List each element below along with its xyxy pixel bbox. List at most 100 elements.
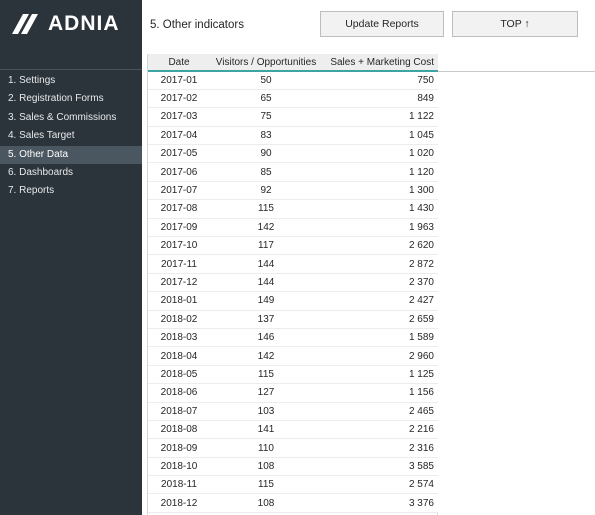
cell-visitors[interactable]: 83 — [210, 126, 322, 146]
cell-cost[interactable]: 750 — [322, 71, 438, 90]
table-row: 2018-06 127 1 156 — [148, 383, 438, 403]
cell-cost[interactable]: 2 620 — [322, 236, 438, 256]
sidebar-item-registration-forms[interactable]: 2. Registration Forms — [0, 90, 142, 108]
cell-date[interactable]: 2017-08 — [148, 199, 210, 219]
cell-cost[interactable]: 2 659 — [322, 310, 438, 329]
sidebar-item-sales-commissions[interactable]: 3. Sales & Commissions — [0, 109, 142, 127]
update-reports-button[interactable]: Update Reports — [320, 11, 444, 37]
cell-date[interactable]: 2017-04 — [148, 126, 210, 146]
table-row: 2017-05 90 1 020 — [148, 144, 438, 164]
sidebar-item-dashboards[interactable]: 6. Dashboards — [0, 164, 142, 182]
table-row: 2017-07 92 1 300 — [148, 181, 438, 201]
cell-visitors[interactable]: 141 — [210, 420, 322, 440]
cell-visitors[interactable]: 108 — [210, 493, 322, 513]
cell-visitors[interactable]: 142 — [210, 218, 322, 238]
column-header-cost[interactable]: Sales + Marketing Cost — [322, 54, 438, 72]
cell-date[interactable]: 2017-03 — [148, 107, 210, 127]
table-row: 2017-11 144 2 872 — [148, 254, 438, 274]
cell-cost[interactable]: 1 589 — [322, 328, 438, 348]
table-row: 2018-03 146 1 589 — [148, 328, 438, 348]
sidebar-item-reports[interactable]: 7. Reports — [0, 182, 142, 200]
column-header-date[interactable]: Date — [148, 54, 210, 72]
cell-date[interactable]: 2017-06 — [148, 162, 210, 182]
cell-cost[interactable]: 1 120 — [322, 162, 438, 182]
cell-cost[interactable]: 3 585 — [322, 457, 438, 477]
cell-cost[interactable]: 2 316 — [322, 438, 438, 458]
cell-visitors[interactable]: 108 — [210, 457, 322, 477]
cell-visitors[interactable]: 146 — [210, 328, 322, 348]
cell-visitors[interactable]: 144 — [210, 273, 322, 293]
cell-date[interactable]: 2018-12 — [148, 493, 210, 513]
table-row: 2018-08 141 2 216 — [148, 420, 438, 440]
cell-date[interactable]: 2018-02 — [148, 310, 210, 329]
cell-visitors[interactable]: 142 — [210, 346, 322, 366]
cell-cost[interactable]: 1 122 — [322, 107, 438, 127]
cell-date[interactable]: 2018-10 — [148, 457, 210, 477]
cell-date[interactable]: 2017-12 — [148, 273, 210, 293]
cell-cost[interactable]: 1 125 — [322, 365, 438, 385]
adnia-logo-icon — [12, 14, 42, 34]
cell-date[interactable]: 2018-05 — [148, 365, 210, 385]
cell-date[interactable]: 2017-01 — [148, 71, 210, 90]
table-row: 2018-02 137 2 659 — [148, 310, 438, 329]
cell-cost[interactable]: 2 872 — [322, 254, 438, 274]
cell-date[interactable]: 2018-06 — [148, 383, 210, 403]
top-button[interactable]: TOP ↑ — [452, 11, 578, 37]
cell-visitors[interactable]: 137 — [210, 310, 322, 329]
cell-cost[interactable]: 2 960 — [322, 346, 438, 366]
cell-cost[interactable]: 2 465 — [322, 402, 438, 421]
cell-date[interactable]: 2017-11 — [148, 254, 210, 274]
cell-visitors[interactable]: 115 — [210, 199, 322, 219]
cell-visitors[interactable]: 92 — [210, 181, 322, 201]
cell-cost[interactable]: 1 156 — [322, 383, 438, 403]
cell-cost[interactable]: 1 020 — [322, 144, 438, 164]
cell-date[interactable]: 2018-08 — [148, 420, 210, 440]
cell-visitors[interactable]: 144 — [210, 254, 322, 274]
cell-visitors[interactable]: 75 — [210, 107, 322, 127]
sidebar-item-sales-target[interactable]: 4. Sales Target — [0, 127, 142, 145]
cell-date[interactable]: 2017-07 — [148, 181, 210, 201]
table-row: 2018-11 115 2 574 — [148, 475, 438, 495]
cell-cost[interactable]: 1 963 — [322, 218, 438, 238]
table-row: 2018-05 115 1 125 — [148, 365, 438, 385]
cell-visitors[interactable]: 103 — [210, 402, 322, 421]
cell-date[interactable]: 2018-07 — [148, 402, 210, 421]
sidebar-item-settings[interactable]: 1. Settings — [0, 72, 142, 90]
brand-logo[interactable]: ADNIA — [12, 10, 120, 38]
cell-date[interactable]: 2018-04 — [148, 346, 210, 366]
cell-cost[interactable]: 849 — [322, 89, 438, 109]
table-row: 2018-12 108 3 376 — [148, 493, 438, 513]
cell-cost[interactable]: 2 216 — [322, 420, 438, 440]
cell-date[interactable]: 2017-09 — [148, 218, 210, 238]
cell-visitors[interactable]: 50 — [210, 71, 322, 90]
cell-cost[interactable]: 1 430 — [322, 199, 438, 219]
cell-visitors[interactable]: 110 — [210, 438, 322, 458]
column-header-visitors[interactable]: Visitors / Opportunities — [210, 54, 322, 72]
table-row: 2017-04 83 1 045 — [148, 126, 438, 146]
cell-date[interactable]: 2018-09 — [148, 438, 210, 458]
cell-date[interactable]: 2017-10 — [148, 236, 210, 256]
cell-cost[interactable]: 2 370 — [322, 273, 438, 293]
sidebar-item-other-data[interactable]: 5. Other Data — [0, 145, 142, 164]
cell-visitors[interactable]: 115 — [210, 475, 322, 495]
cell-visitors[interactable]: 90 — [210, 144, 322, 164]
cell-date[interactable]: 2017-05 — [148, 144, 210, 164]
cell-visitors[interactable]: 85 — [210, 162, 322, 182]
sidebar: ADNIA 1. Settings 2. Registration Forms … — [0, 0, 142, 515]
cell-date[interactable]: 2018-01 — [148, 291, 210, 311]
cell-cost[interactable]: 1 045 — [322, 126, 438, 146]
cell-cost[interactable]: 2 427 — [322, 291, 438, 311]
cell-cost[interactable]: 2 574 — [322, 475, 438, 495]
cell-visitors[interactable]: 127 — [210, 383, 322, 403]
table-row: 2018-09 110 2 316 — [148, 438, 438, 458]
cell-visitors[interactable]: 149 — [210, 291, 322, 311]
cell-visitors[interactable]: 117 — [210, 236, 322, 256]
cell-date[interactable]: 2018-03 — [148, 328, 210, 348]
cell-cost[interactable]: 1 300 — [322, 181, 438, 201]
cell-visitors[interactable]: 115 — [210, 365, 322, 385]
cell-visitors[interactable]: 65 — [210, 89, 322, 109]
cell-date[interactable]: 2018-11 — [148, 475, 210, 495]
cell-date[interactable]: 2017-02 — [148, 89, 210, 109]
cell-cost[interactable]: 3 376 — [322, 493, 438, 513]
table-body: 2017-01 50 750 2017-02 65 849 2017-03 75 1 122 20… — [148, 71, 438, 513]
